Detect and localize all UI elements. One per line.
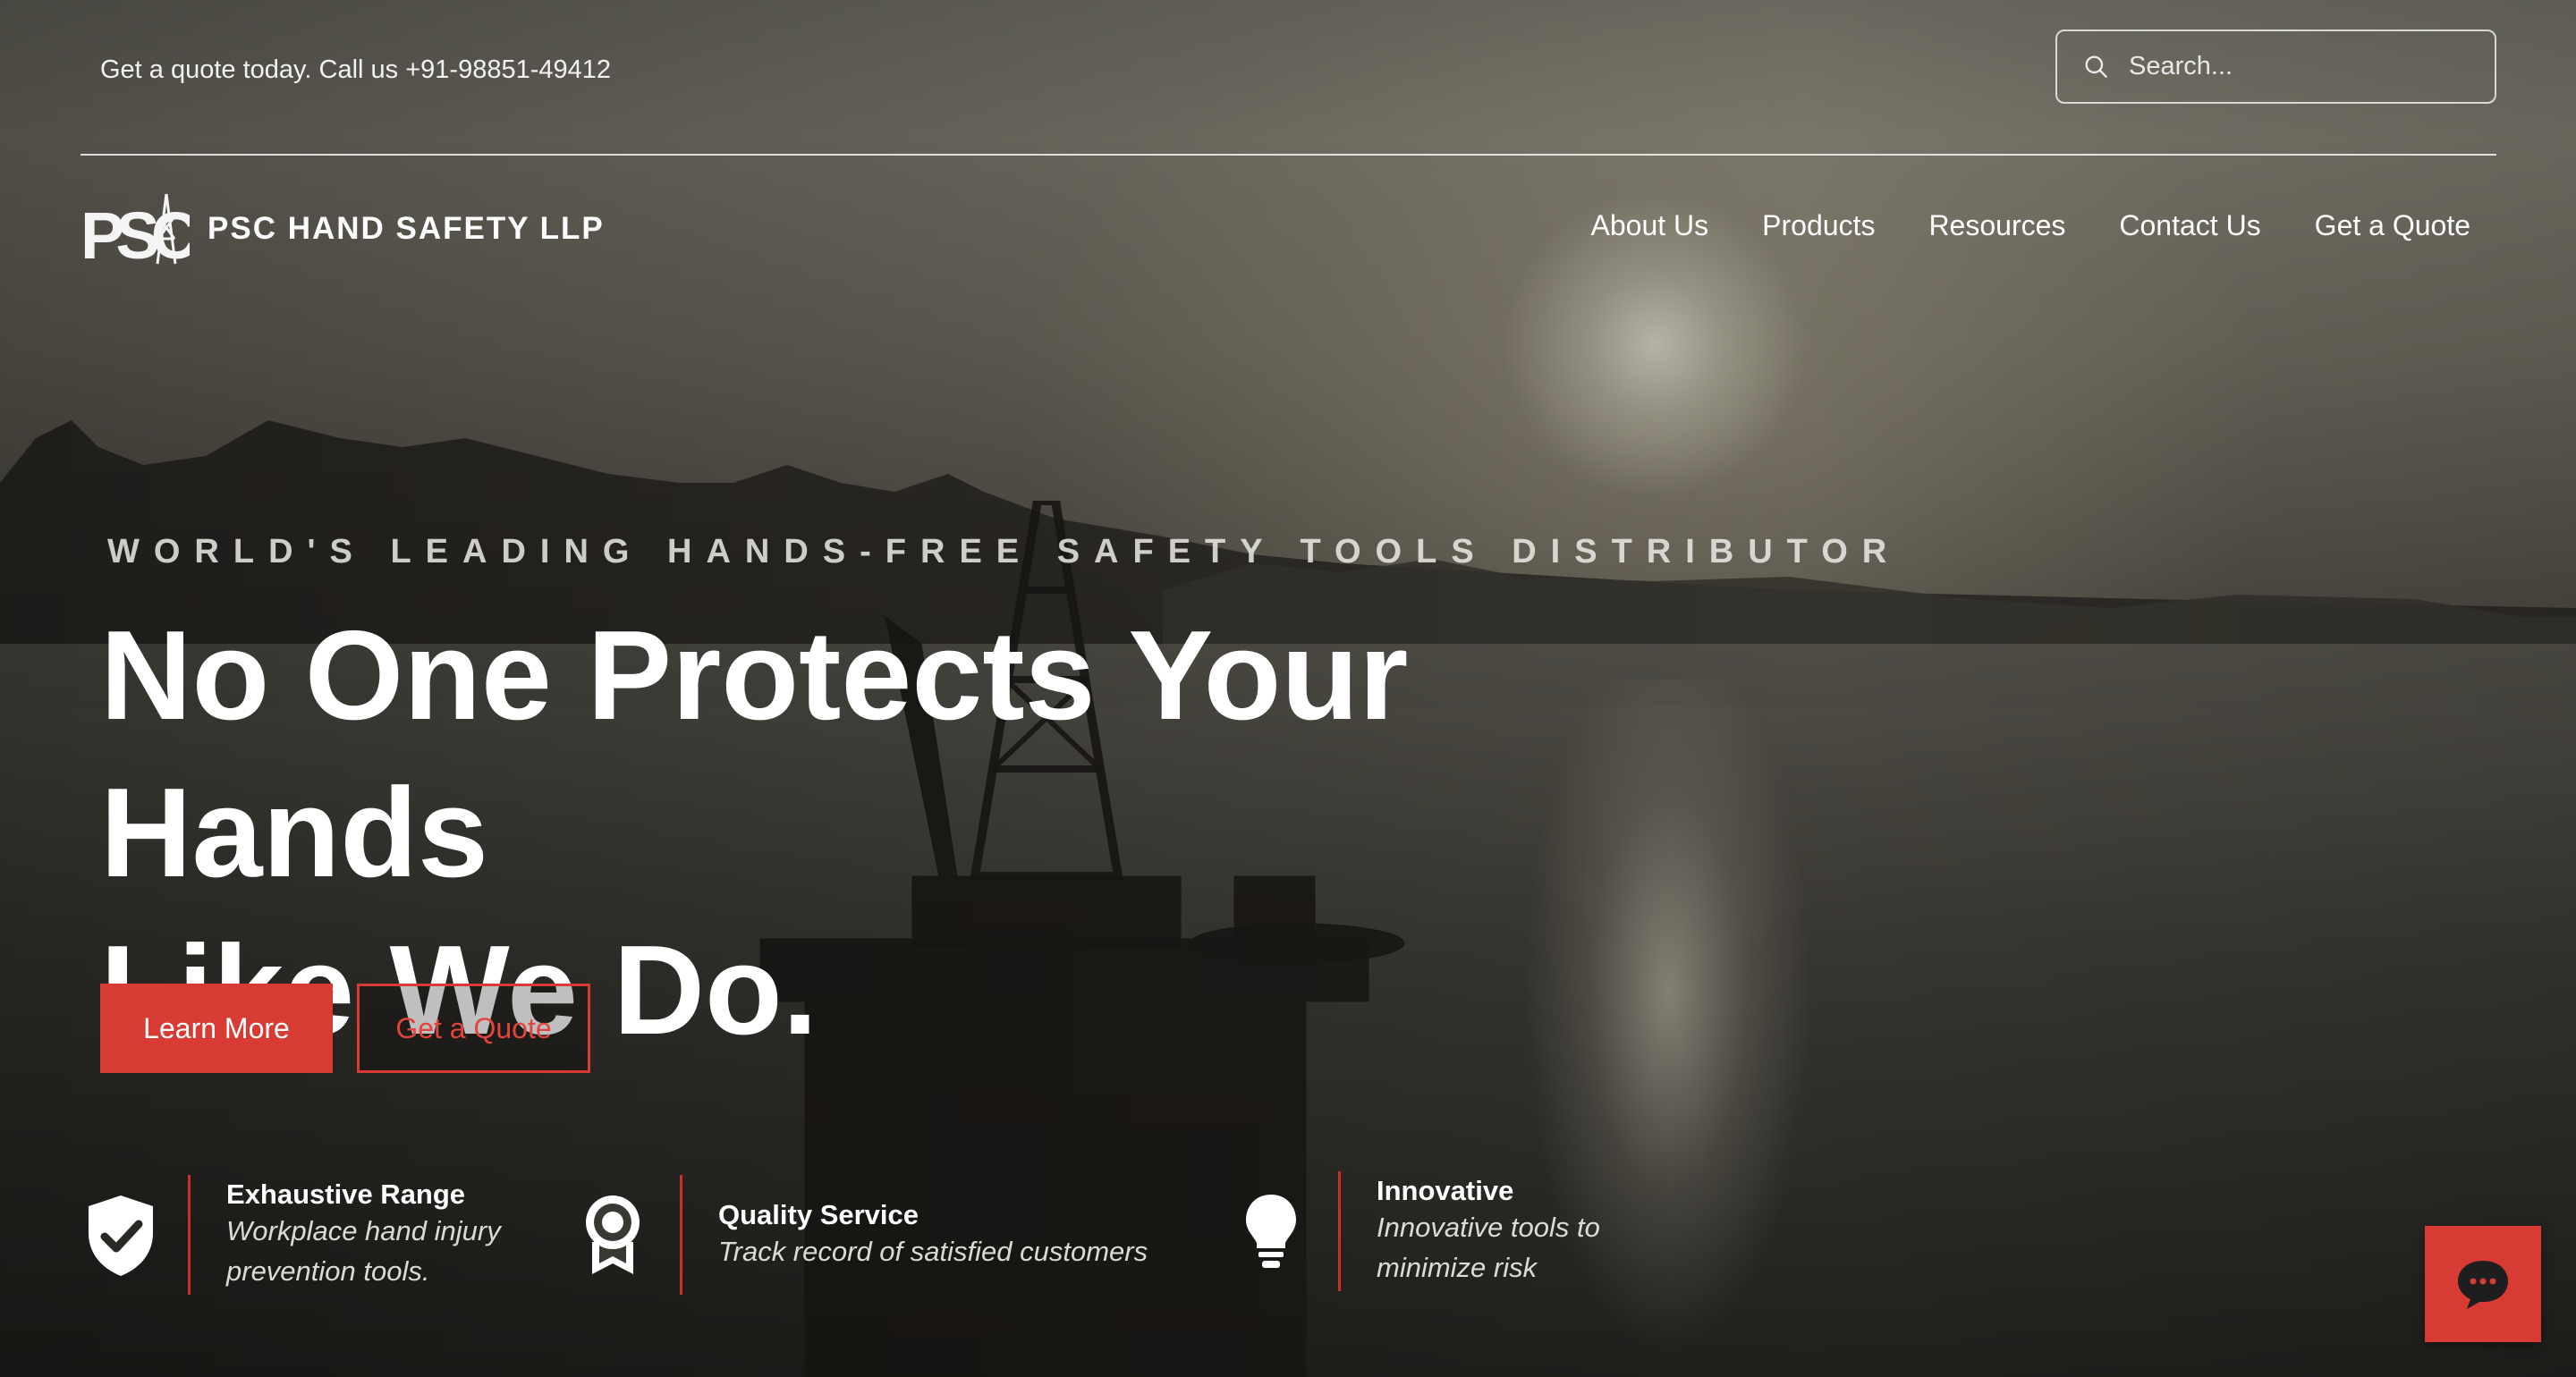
- nav-products[interactable]: Products: [1762, 209, 1875, 242]
- feature-title: Exhaustive Range: [226, 1178, 466, 1210]
- feature-innovative: Innovative Innovative tools to minimize …: [1231, 1171, 1600, 1291]
- feature-desc-line-1: Innovative tools to: [1377, 1212, 1600, 1243]
- chat-widget-button[interactable]: [2425, 1226, 2541, 1342]
- brand-name: PSC HAND SAFETY LLP: [208, 211, 605, 246]
- nav-about-us[interactable]: About Us: [1591, 209, 1709, 242]
- shield-check-icon: [80, 1190, 161, 1280]
- psc-logo-icon: PSC: [80, 193, 190, 266]
- feature-desc-line-1: Track record of satisfied customers: [718, 1235, 1148, 1267]
- header-divider: [80, 154, 2496, 156]
- feature-desc-line-2: prevention tools.: [226, 1255, 430, 1287]
- contact-text: Get a quote today. Call us +91-98851-494…: [100, 55, 612, 84]
- feature-divider: [680, 1175, 682, 1295]
- feature-divider: [1338, 1171, 1341, 1291]
- nav-contact-us[interactable]: Contact Us: [2119, 209, 2260, 242]
- search-input[interactable]: [2129, 52, 2469, 81]
- hero-eyebrow: WORLD'S LEADING HANDS-FREE SAFETY TOOLS …: [107, 533, 1902, 570]
- feature-exhaustive-range: Exhaustive Range Workplace hand injury p…: [80, 1175, 501, 1295]
- feature-desc-line-2: minimize risk: [1377, 1252, 1538, 1283]
- lightbulb-icon: [1231, 1187, 1311, 1276]
- main-nav: About Us Products Resources Contact Us G…: [1591, 209, 2470, 242]
- feature-title: Innovative: [1377, 1175, 1514, 1206]
- chat-bubble-icon: [2458, 1261, 2508, 1309]
- nav-resources[interactable]: Resources: [1928, 209, 2065, 242]
- feature-quality-service: Quality Service Track record of satisfie…: [572, 1175, 1148, 1295]
- search-box[interactable]: [2055, 30, 2496, 104]
- headline-line-1: No One Protects Your Hands: [100, 604, 1409, 904]
- feature-desc-line-1: Workplace hand injury: [226, 1215, 501, 1246]
- feature-title: Quality Service: [718, 1198, 919, 1230]
- award-medal-icon: [572, 1190, 653, 1280]
- hero-headline: No One Protects Your Hands Like We Do.: [100, 597, 1800, 1069]
- learn-more-button[interactable]: Learn More: [100, 984, 333, 1073]
- logo-link[interactable]: PSC PSC HAND SAFETY LLP: [80, 192, 605, 266]
- feature-divider: [188, 1175, 191, 1295]
- get-a-quote-button[interactable]: Get a Quote: [357, 984, 590, 1073]
- nav-get-a-quote[interactable]: Get a Quote: [2315, 209, 2470, 242]
- search-icon: [2085, 55, 2107, 78]
